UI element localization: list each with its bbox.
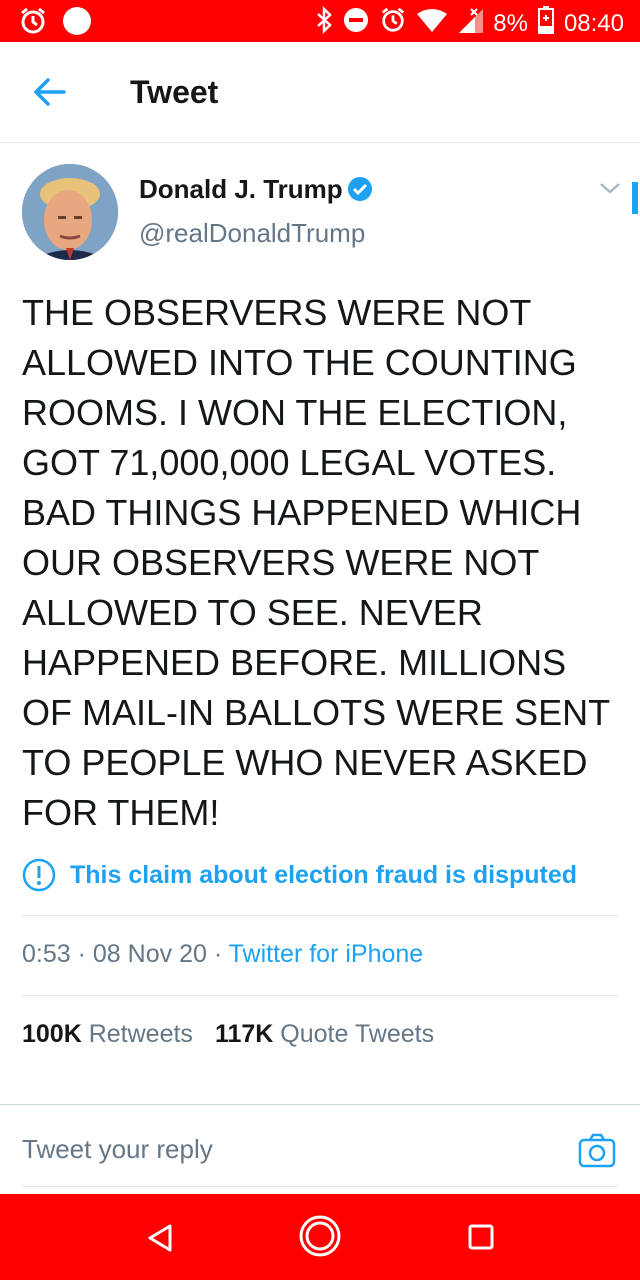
battery-percent: 8% <box>493 9 528 37</box>
retweets-stat[interactable]: 100K Retweets <box>22 1020 193 1049</box>
app-header: Tweet <box>0 42 640 143</box>
quote-tweets-stat[interactable]: 117K Quote Tweets <box>215 1020 434 1049</box>
navigation-bar <box>0 1194 640 1280</box>
separator: · <box>213 940 229 968</box>
arrow-left-icon <box>34 78 66 106</box>
avatar[interactable] <box>22 164 118 260</box>
author-handle[interactable]: @realDonaldTrump <box>139 218 365 249</box>
avatar-image <box>22 164 118 260</box>
camera-icon <box>578 1133 616 1168</box>
retweets-label: Retweets <box>88 1020 193 1048</box>
author-name[interactable]: Donald J. Trump <box>139 174 343 205</box>
tweet-meta: 0:53 · 08 Nov 20 · Twitter for iPhone <box>22 940 423 969</box>
reply-input[interactable]: Tweet your reply <box>22 1134 213 1165</box>
disputed-notice[interactable]: This claim about election fraud is dispu… <box>22 858 577 892</box>
do-not-disturb-icon <box>343 7 369 40</box>
wifi-icon <box>417 8 448 39</box>
disputed-notice-text[interactable]: This claim about election fraud is dispu… <box>70 861 577 890</box>
tweet-time: 0:53 <box>22 940 71 968</box>
divider <box>22 995 618 996</box>
quotes-label: Quote Tweets <box>280 1020 435 1048</box>
home-circle-icon <box>299 1215 341 1257</box>
camera-button[interactable] <box>578 1132 616 1168</box>
reply-underline <box>22 1186 618 1187</box>
quotes-count: 117K <box>214 1020 274 1048</box>
verified-badge-icon <box>347 176 373 202</box>
exclamation-circle-icon <box>22 858 56 892</box>
chevron-down-icon <box>600 183 620 194</box>
retweets-count: 100K <box>22 1020 82 1048</box>
nav-home-button[interactable] <box>298 1214 342 1263</box>
divider <box>22 915 618 916</box>
status-bar: 8% 08:40 <box>0 0 640 42</box>
battery-charging-icon <box>537 6 554 41</box>
notification-dot-icon <box>62 6 92 41</box>
bluetooth-icon <box>315 5 333 41</box>
square-recents-icon <box>468 1224 494 1250</box>
scroll-indicator <box>632 182 638 214</box>
page-title: Tweet <box>130 74 219 110</box>
alarm-icon <box>18 6 48 41</box>
nav-back-button[interactable] <box>144 1222 176 1259</box>
tweet-date: 08 Nov 20 <box>92 940 207 968</box>
signal-icon <box>457 7 484 40</box>
tweet-stats: 100K Retweets 117K Quote Tweets <box>22 1020 434 1049</box>
tweet-text: THE OBSERVERS WERE NOT ALLOWED INTO THE … <box>22 292 611 833</box>
triangle-back-icon <box>148 1224 172 1252</box>
nav-recents-button[interactable] <box>466 1222 496 1257</box>
more-options-button[interactable] <box>598 178 622 198</box>
separator: · <box>77 940 93 968</box>
section-divider <box>0 1076 640 1105</box>
back-button[interactable] <box>30 74 70 110</box>
clock: 08:40 <box>563 9 624 37</box>
alarm-icon <box>379 6 407 41</box>
tweet-source-link[interactable]: Twitter for iPhone <box>229 940 424 968</box>
